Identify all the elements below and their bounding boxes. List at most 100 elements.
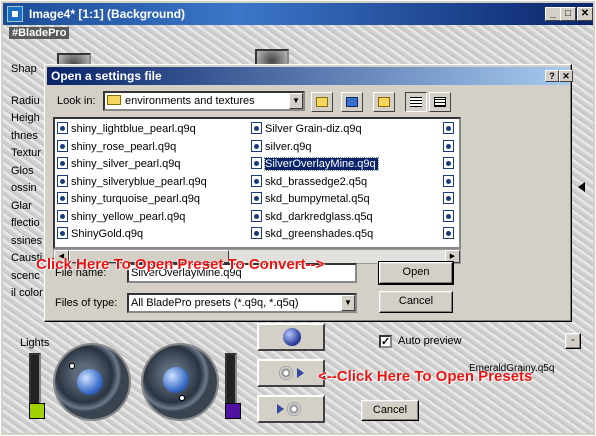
file-column-2: Silver Grain-diz.q9q silver.q9q SilverOv…	[251, 121, 379, 244]
window-title: Image4* [1:1] (Background)	[29, 7, 186, 21]
dialog-cancel-button[interactable]: Cancel	[379, 291, 453, 313]
param-label: Glos	[11, 164, 34, 177]
list-view-button[interactable]	[405, 92, 427, 112]
desktop-button[interactable]	[341, 92, 363, 112]
open-button[interactable]: Open	[378, 261, 454, 285]
file-item[interactable]: shiny_yellow_pearl.q9q	[57, 209, 207, 227]
file-item[interactable]: skd_darkredglass.q5q	[251, 209, 378, 227]
param-label: Textur	[11, 147, 41, 159]
file-item[interactable]: skd_brassedge2.q5q	[251, 174, 378, 192]
disc-icon	[287, 402, 301, 416]
details-view-icon	[434, 97, 446, 107]
file-item-partial[interactable]	[443, 191, 457, 209]
preview-sphere-button[interactable]	[257, 323, 325, 351]
param-label: Radiu	[11, 94, 40, 107]
preset-file-icon	[443, 174, 454, 187]
preset-file-icon	[251, 139, 262, 152]
dialog-close-button[interactable]: ✕	[559, 70, 573, 82]
file-item-partial[interactable]	[443, 174, 457, 192]
light-color-swatch-left[interactable]	[29, 403, 45, 419]
arrow-right-icon	[297, 368, 304, 378]
file-item-partial[interactable]	[443, 209, 457, 227]
list-view-icon	[410, 97, 422, 107]
preset-file-icon	[251, 122, 262, 134]
folder-icon	[107, 95, 121, 105]
dialog-title-bar: Open a settings file ? ✕	[47, 67, 573, 85]
file-column-1: shiny_lightblue_pearl.q9q shiny_rose_pea…	[57, 121, 207, 244]
light-color-swatch-right[interactable]	[225, 403, 241, 419]
preset-file-icon	[443, 209, 454, 222]
minimize-button[interactable]: _	[545, 7, 561, 21]
dialog-help-button[interactable]: ?	[545, 70, 559, 82]
files-of-type-value: All BladePro presets (*.q9q, *.q5q)	[131, 297, 299, 309]
file-item[interactable]: silver.q9q	[251, 139, 378, 157]
look-in-dropdown[interactable]: environments and textures ▼	[103, 91, 305, 111]
param-label: ssines	[11, 234, 43, 247]
preset-file-icon	[251, 209, 262, 222]
main-cancel-button[interactable]: Cancel	[361, 400, 419, 421]
collapse-arrow-icon[interactable]	[578, 182, 585, 192]
preset-file-icon	[251, 174, 262, 187]
light-slider-left[interactable]	[29, 353, 41, 405]
file-item[interactable]: shiny_lightblue_pearl.q9q	[57, 121, 207, 139]
light-sphere	[163, 367, 189, 393]
file-item-partial[interactable]	[443, 139, 457, 157]
light-handle[interactable]	[69, 363, 75, 369]
file-item-selected[interactable]: SilverOverlayMine.q9q	[251, 156, 379, 174]
dialog-title: Open a settings file	[51, 69, 162, 83]
sphere-icon	[283, 328, 301, 346]
preset-file-icon	[57, 174, 68, 187]
file-item[interactable]: shiny_silver_pearl.q9q	[57, 156, 207, 174]
preset-file-icon	[251, 227, 262, 239]
file-item[interactable]: skd_greenshades.q5q	[251, 226, 378, 244]
files-of-type-dropdown[interactable]: All BladePro presets (*.q9q, *.q5q) ▼	[127, 293, 357, 313]
preview-toggle-button[interactable]: -	[565, 333, 581, 349]
file-item-partial[interactable]	[443, 121, 457, 139]
file-item[interactable]: ShinyGold.q9q	[57, 226, 207, 244]
auto-preview-label: Auto preview	[398, 335, 462, 347]
preset-file-icon	[443, 139, 454, 152]
file-item[interactable]: shiny_turquoise_pearl.q9q	[57, 191, 207, 209]
details-view-button[interactable]	[429, 92, 451, 112]
preset-file-icon	[443, 227, 454, 239]
new-folder-button[interactable]	[373, 92, 395, 112]
param-label: Glar	[11, 199, 32, 212]
file-item[interactable]: Silver Grain-diz.q9q	[251, 121, 378, 139]
convert-annotation: Click Here To Open Preset To Convert-->	[36, 256, 325, 273]
preset-file-icon	[57, 157, 68, 169]
param-label: Heigh	[11, 112, 40, 124]
arrow-right-icon	[277, 404, 284, 414]
auto-preview-checkbox[interactable]: ✓	[379, 335, 392, 348]
chevron-down-icon[interactable]: ▼	[289, 93, 303, 109]
desktop-icon	[346, 97, 358, 107]
file-item[interactable]: skd_bumpymetal.q5q	[251, 191, 378, 209]
maximize-button[interactable]: □	[560, 7, 576, 21]
light-sphere	[77, 369, 103, 395]
open-presets-button[interactable]	[257, 359, 325, 387]
light-handle[interactable]	[179, 395, 185, 401]
look-in-label: Look in:	[57, 95, 96, 107]
new-folder-icon	[378, 97, 390, 107]
save-preset-button[interactable]	[257, 395, 325, 423]
close-button[interactable]: ✕	[577, 7, 593, 21]
window-title-bar: Image4* [1:1] (Background) _ □ ✕	[3, 3, 593, 25]
up-folder-button[interactable]	[311, 92, 333, 112]
chevron-down-icon[interactable]: ▼	[341, 295, 355, 311]
disc-icon	[279, 366, 293, 380]
file-item-partial[interactable]	[443, 156, 457, 174]
preset-file-icon	[443, 192, 454, 204]
light-direction-dial-2[interactable]	[143, 345, 217, 419]
preset-file-icon	[57, 209, 68, 222]
plugin-label: #BladePro	[9, 27, 70, 39]
files-of-type-label: Files of type:	[55, 297, 118, 309]
file-item-partial[interactable]	[443, 226, 457, 244]
file-item[interactable]: shiny_silveryblue_pearl.q9q	[57, 174, 207, 192]
file-item[interactable]: shiny_rose_pearl.q9q	[57, 139, 207, 157]
preset-file-icon	[57, 139, 68, 152]
file-list[interactable]: shiny_lightblue_pearl.q9q shiny_rose_pea…	[53, 117, 461, 249]
preset-file-icon	[251, 192, 262, 204]
light-direction-dial-1[interactable]	[55, 345, 129, 419]
param-label: il color	[11, 287, 43, 299]
param-label: flectio	[11, 217, 40, 229]
light-slider-right[interactable]	[225, 353, 237, 405]
